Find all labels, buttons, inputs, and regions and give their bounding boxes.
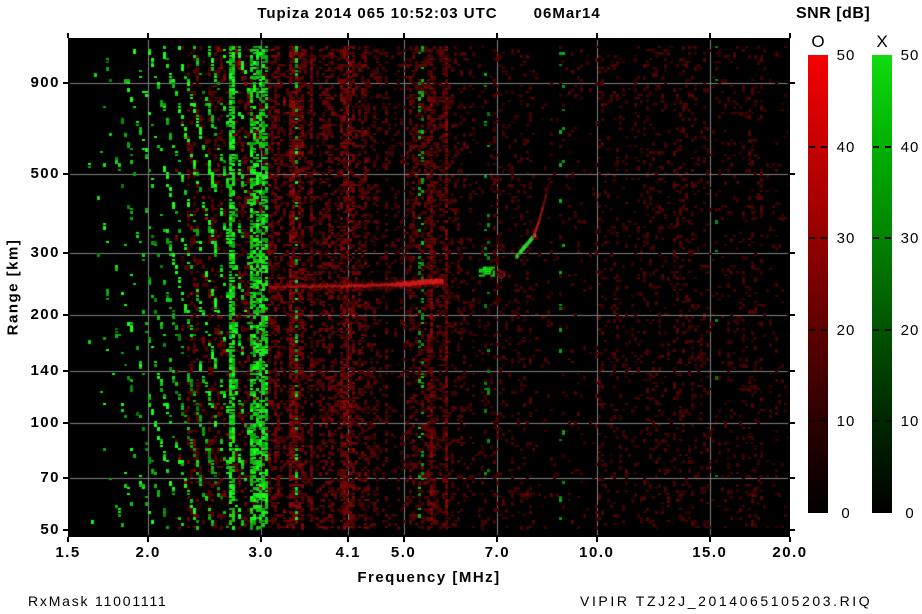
ionogram-figure: Tupiza 2014 065 10:52:03 UTC 06Mar14 Ran… bbox=[0, 0, 922, 614]
colorbar-tick-label: 50 bbox=[833, 47, 859, 63]
x-tick-mark bbox=[789, 33, 791, 38]
x-tick-mark bbox=[496, 33, 498, 38]
y-tick-mark bbox=[63, 529, 68, 531]
x-tick-mark bbox=[496, 537, 498, 542]
y-tick-mark bbox=[63, 173, 68, 175]
colorbar-tick-dash bbox=[809, 237, 827, 239]
x-tick-mark bbox=[147, 537, 149, 542]
y-tick-mark bbox=[790, 529, 795, 531]
x-tick-mark bbox=[596, 537, 598, 542]
y-tick-label: 500 bbox=[0, 165, 60, 183]
x-tick-label: 4.1 bbox=[326, 544, 370, 562]
colorbar-tick-label: 30 bbox=[897, 230, 922, 246]
colorbar-tick-label: 30 bbox=[833, 230, 859, 246]
colorbar-tick-dash bbox=[809, 329, 827, 331]
colorbar-title: SNR [dB] bbox=[796, 5, 870, 23]
colorbar-tick-label: 10 bbox=[833, 413, 859, 429]
x-tick-mark bbox=[67, 537, 69, 542]
x-tick-mark bbox=[709, 537, 711, 542]
ionogram-canvas bbox=[68, 38, 790, 537]
x-tick-mark bbox=[147, 33, 149, 38]
x-mode-label: X bbox=[872, 32, 892, 52]
y-tick-mark bbox=[790, 477, 795, 479]
x-tick-label: 10.0 bbox=[575, 544, 619, 562]
rxmask-text: RxMask 11001111 bbox=[28, 593, 168, 609]
y-tick-mark bbox=[790, 370, 795, 372]
plot-title: Tupiza 2014 065 10:52:03 UTC bbox=[257, 5, 497, 23]
y-tick-mark bbox=[63, 422, 68, 424]
x-tick-mark bbox=[347, 33, 349, 38]
colorbar-tick-label: 20 bbox=[833, 322, 859, 338]
x-tick-label: 2.0 bbox=[126, 544, 170, 562]
y-tick-mark bbox=[790, 173, 795, 175]
x-tick-label: 7.0 bbox=[475, 544, 519, 562]
x-tick-mark bbox=[347, 537, 349, 542]
title-row: Tupiza 2014 065 10:52:03 UTC 06Mar14 bbox=[68, 5, 790, 23]
colorbar-tick-label: 10 bbox=[897, 413, 922, 429]
y-tick-mark bbox=[63, 252, 68, 254]
y-tick-label: 50 bbox=[0, 521, 60, 539]
colorbar-tick-label: 0 bbox=[833, 505, 859, 521]
y-tick-mark bbox=[790, 252, 795, 254]
colorbar-tick-label: 40 bbox=[833, 139, 859, 155]
x-tick-label: 20.0 bbox=[768, 544, 812, 562]
x-tick-mark bbox=[67, 33, 69, 38]
y-tick-mark bbox=[790, 82, 795, 84]
colorbar-tick-label: 40 bbox=[897, 139, 922, 155]
y-tick-mark bbox=[63, 370, 68, 372]
y-tick-mark bbox=[790, 314, 795, 316]
colorbar-tick-dash bbox=[809, 146, 827, 148]
x-tick-label: 3.0 bbox=[239, 544, 283, 562]
y-tick-label: 200 bbox=[0, 306, 60, 324]
y-tick-mark bbox=[63, 82, 68, 84]
y-tick-label: 70 bbox=[0, 469, 60, 487]
x-tick-mark bbox=[789, 537, 791, 542]
y-tick-mark bbox=[63, 477, 68, 479]
x-tick-mark bbox=[403, 537, 405, 542]
y-tick-label: 100 bbox=[0, 414, 60, 432]
x-tick-mark bbox=[709, 33, 711, 38]
x-tick-mark bbox=[260, 33, 262, 38]
x-tick-label: 1.5 bbox=[46, 544, 90, 562]
colorbar-tick-dash bbox=[873, 329, 891, 331]
filename-text: VIPIR TZJ2J_2014065105203.RIQ bbox=[580, 593, 872, 609]
x-tick-mark bbox=[403, 33, 405, 38]
y-tick-mark bbox=[63, 314, 68, 316]
colorbar-tick-label: 20 bbox=[897, 322, 922, 338]
colorbar-tick-label: 50 bbox=[897, 47, 922, 63]
o-mode-colorbar bbox=[808, 55, 828, 513]
x-tick-label: 15.0 bbox=[688, 544, 732, 562]
y-tick-mark bbox=[790, 422, 795, 424]
colorbar-tick-label: 0 bbox=[897, 505, 922, 521]
colorbar-tick-dash bbox=[873, 237, 891, 239]
y-tick-label: 300 bbox=[0, 244, 60, 262]
x-axis-label: Frequency [MHz] bbox=[68, 569, 790, 586]
y-tick-label: 140 bbox=[0, 362, 60, 380]
colorbar-tick-dash bbox=[809, 420, 827, 422]
y-tick-label: 900 bbox=[0, 74, 60, 92]
colorbar-tick-dash bbox=[873, 146, 891, 148]
o-mode-label: O bbox=[808, 32, 828, 52]
colorbar-tick-dash bbox=[873, 420, 891, 422]
x-tick-mark bbox=[260, 537, 262, 542]
x-tick-mark bbox=[596, 33, 598, 38]
x-tick-label: 5.0 bbox=[382, 544, 426, 562]
plot-date: 06Mar14 bbox=[534, 5, 601, 23]
x-mode-colorbar bbox=[872, 55, 892, 513]
